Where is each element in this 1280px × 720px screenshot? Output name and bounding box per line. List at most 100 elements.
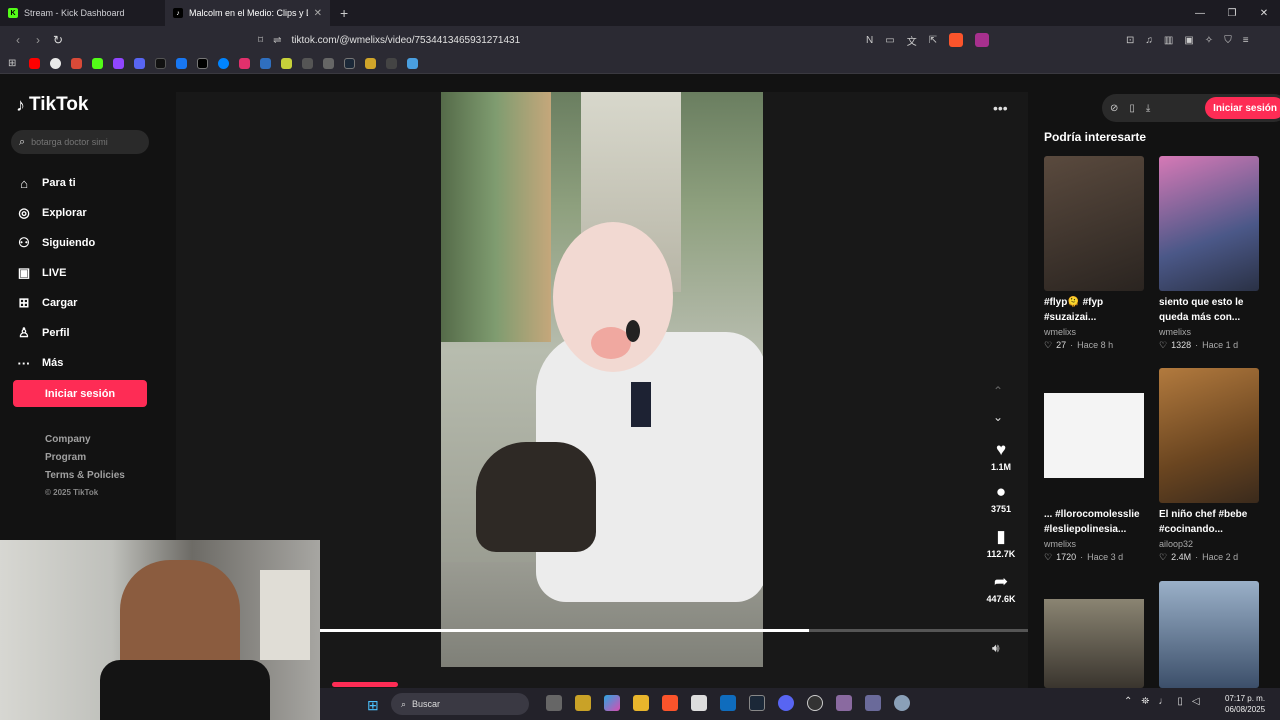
video-caption[interactable]: ... #llorocomolesslie #lesliepolinesia..… bbox=[1044, 507, 1146, 537]
chevron-down-icon[interactable]: ⌄ bbox=[993, 410, 1003, 424]
comment-button[interactable]: ● 3751 bbox=[977, 482, 1025, 514]
restore-icon[interactable]: ❐ bbox=[1216, 8, 1248, 19]
site-info-icon[interactable]: ⇌ bbox=[273, 35, 281, 46]
obs-icon[interactable] bbox=[807, 695, 823, 711]
footer-link-company[interactable]: Company bbox=[45, 434, 125, 452]
tab-kick-dashboard[interactable]: K Stream - Kick Dashboard bbox=[0, 0, 165, 26]
x-icon[interactable] bbox=[197, 58, 209, 69]
new-tab-button[interactable]: + bbox=[330, 5, 358, 21]
close-window-icon[interactable]: ✕ bbox=[1248, 8, 1280, 19]
phone-icon[interactable]: ▯ bbox=[1129, 103, 1135, 114]
share-button[interactable]: ➦ 447.6K bbox=[977, 572, 1025, 604]
video-author[interactable]: ailoop32 bbox=[1159, 539, 1261, 549]
mic-icon[interactable]: ♩ bbox=[1158, 696, 1168, 707]
tiktok-logo[interactable]: ♪ TikTok bbox=[16, 94, 88, 116]
steam-taskbar-icon[interactable] bbox=[749, 695, 765, 711]
screenshot-icon[interactable]: ⊡ bbox=[1126, 35, 1134, 46]
windows-start-icon[interactable]: ⊞ bbox=[367, 697, 379, 714]
wallet-icon[interactable]: ▣ bbox=[1184, 35, 1193, 46]
url-text[interactable]: tiktok.com/@wmelixs/video/75344134659312… bbox=[292, 35, 521, 46]
brave-shields-icon[interactable] bbox=[949, 33, 964, 47]
discord-taskbar-icon[interactable] bbox=[778, 695, 794, 711]
tv-icon[interactable] bbox=[281, 58, 293, 69]
download-icon[interactable]: ⤓ bbox=[1146, 103, 1150, 114]
app-tile-icon[interactable] bbox=[836, 695, 852, 711]
forward-icon[interactable]: › bbox=[28, 33, 48, 47]
font-icon[interactable] bbox=[386, 58, 398, 69]
video-thumbnail[interactable] bbox=[1044, 581, 1144, 688]
close-tab-icon[interactable]: ✕ bbox=[314, 8, 322, 19]
settings-icon[interactable] bbox=[894, 695, 910, 711]
video-card[interactable]: ... #llorocomolesslie #lesliepolinesia..… bbox=[1044, 368, 1146, 563]
youtube-icon[interactable] bbox=[29, 58, 41, 69]
volume-icon[interactable]: 🔊︎ bbox=[992, 641, 1000, 656]
app-icon[interactable] bbox=[407, 58, 419, 69]
network-icon[interactable]: ⛯ bbox=[1141, 696, 1149, 707]
back-icon[interactable]: ‹ bbox=[8, 33, 28, 47]
chevron-up-icon[interactable]: ⌃ bbox=[1124, 696, 1132, 707]
gmail-icon[interactable] bbox=[71, 58, 83, 69]
brave-taskbar-icon[interactable] bbox=[662, 695, 678, 711]
chrome-icon[interactable] bbox=[50, 58, 62, 69]
nav-item-cargar[interactable]: ⊞ Cargar bbox=[16, 288, 95, 318]
messenger-icon[interactable] bbox=[218, 58, 230, 69]
more-options-icon[interactable]: ••• bbox=[993, 100, 1008, 116]
footer-link-program[interactable]: Program bbox=[45, 452, 125, 470]
game-icon[interactable] bbox=[365, 58, 377, 69]
no-media-icon[interactable]: N bbox=[866, 35, 873, 46]
tab-tiktok-video[interactable]: ♪ Malcolm en el Medio: Clips y Dr ✕ bbox=[165, 0, 330, 26]
music-icon[interactable]: ♫ bbox=[1145, 35, 1153, 46]
url-field[interactable]: ⌑ ⇌ tiktok.com/@wmelixs/video/7534413465… bbox=[258, 35, 520, 46]
phone-link-icon[interactable]: ▯ bbox=[1177, 696, 1183, 707]
leo-ai-icon[interactable]: ✧ bbox=[1205, 35, 1213, 46]
vpn-icon[interactable]: ⛉ bbox=[1224, 35, 1232, 46]
like-button[interactable]: ♥ 1.1M bbox=[977, 440, 1025, 472]
cloud-icon[interactable] bbox=[323, 58, 335, 69]
speaker-icon[interactable]: ◁ bbox=[1192, 696, 1200, 707]
video-caption[interactable]: #flyp🫠 #fyp #suzaizai... bbox=[1044, 295, 1146, 325]
file-explorer-icon[interactable] bbox=[633, 695, 649, 711]
nav-item-siguiendo[interactable]: ⚇ Siguiendo bbox=[16, 228, 95, 258]
video-frame[interactable] bbox=[441, 92, 763, 667]
coin-icon[interactable]: ⊘ bbox=[1110, 103, 1118, 114]
video-card[interactable] bbox=[1044, 581, 1146, 688]
facebook-icon[interactable] bbox=[176, 58, 188, 69]
chevron-up-icon[interactable]: ⌃ bbox=[993, 384, 1003, 398]
instagram-icon[interactable] bbox=[239, 58, 251, 69]
video-thumbnail[interactable] bbox=[1044, 368, 1144, 503]
outlook-icon[interactable] bbox=[720, 695, 736, 711]
reload-icon[interactable]: ↻ bbox=[48, 33, 68, 47]
video-card[interactable]: #flyp🫠 #fyp #suzaizai... wmelixs ♡ 27 · … bbox=[1044, 156, 1146, 351]
brave-rewards-icon[interactable] bbox=[975, 33, 990, 47]
steam-icon[interactable] bbox=[344, 58, 356, 69]
translate-icon[interactable]: 文 bbox=[907, 33, 917, 48]
nav-item-mas[interactable]: ··· Más bbox=[16, 348, 95, 378]
sidebar-icon[interactable]: ▥ bbox=[1164, 35, 1173, 46]
footer-link-terms[interactable]: Terms & Policies bbox=[45, 470, 125, 488]
save-button[interactable]: ▮ 112.7K bbox=[977, 527, 1025, 559]
cast-icon[interactable]: ▭ bbox=[885, 35, 894, 46]
video-caption[interactable]: siento que esto le queda más con... bbox=[1159, 295, 1261, 325]
notes-app-icon[interactable] bbox=[575, 695, 591, 711]
video-author[interactable]: wmelixs bbox=[1044, 327, 1146, 337]
tool-icon[interactable] bbox=[302, 58, 314, 69]
search-input[interactable] bbox=[31, 137, 132, 147]
app-tile-icon[interactable] bbox=[865, 695, 881, 711]
video-card[interactable] bbox=[1159, 581, 1261, 688]
video-thumbnail[interactable] bbox=[1159, 368, 1259, 503]
taskbar-search[interactable]: ⌕ Buscar bbox=[391, 693, 529, 715]
kick-bookmark-icon[interactable] bbox=[92, 58, 104, 69]
top-login-button[interactable]: Iniciar sesión bbox=[1205, 97, 1280, 119]
apps-grid-icon[interactable]: ⊞ bbox=[8, 58, 16, 69]
video-thumbnail[interactable] bbox=[1044, 156, 1144, 291]
search-box[interactable]: ⌕ bbox=[11, 130, 149, 154]
menu-icon[interactable]: ≡ bbox=[1243, 35, 1249, 46]
video-caption[interactable]: El niño chef #bebe #cocinando... bbox=[1159, 507, 1261, 537]
tiktok-bookmark-icon[interactable] bbox=[155, 58, 167, 69]
discord-icon[interactable] bbox=[134, 58, 146, 69]
video-thumbnail[interactable] bbox=[1159, 156, 1259, 291]
copilot-icon[interactable] bbox=[604, 695, 620, 711]
video-thumbnail[interactable] bbox=[1159, 581, 1259, 688]
video-progress-bar[interactable] bbox=[320, 629, 1028, 632]
login-button[interactable]: Iniciar sesión bbox=[13, 380, 147, 407]
